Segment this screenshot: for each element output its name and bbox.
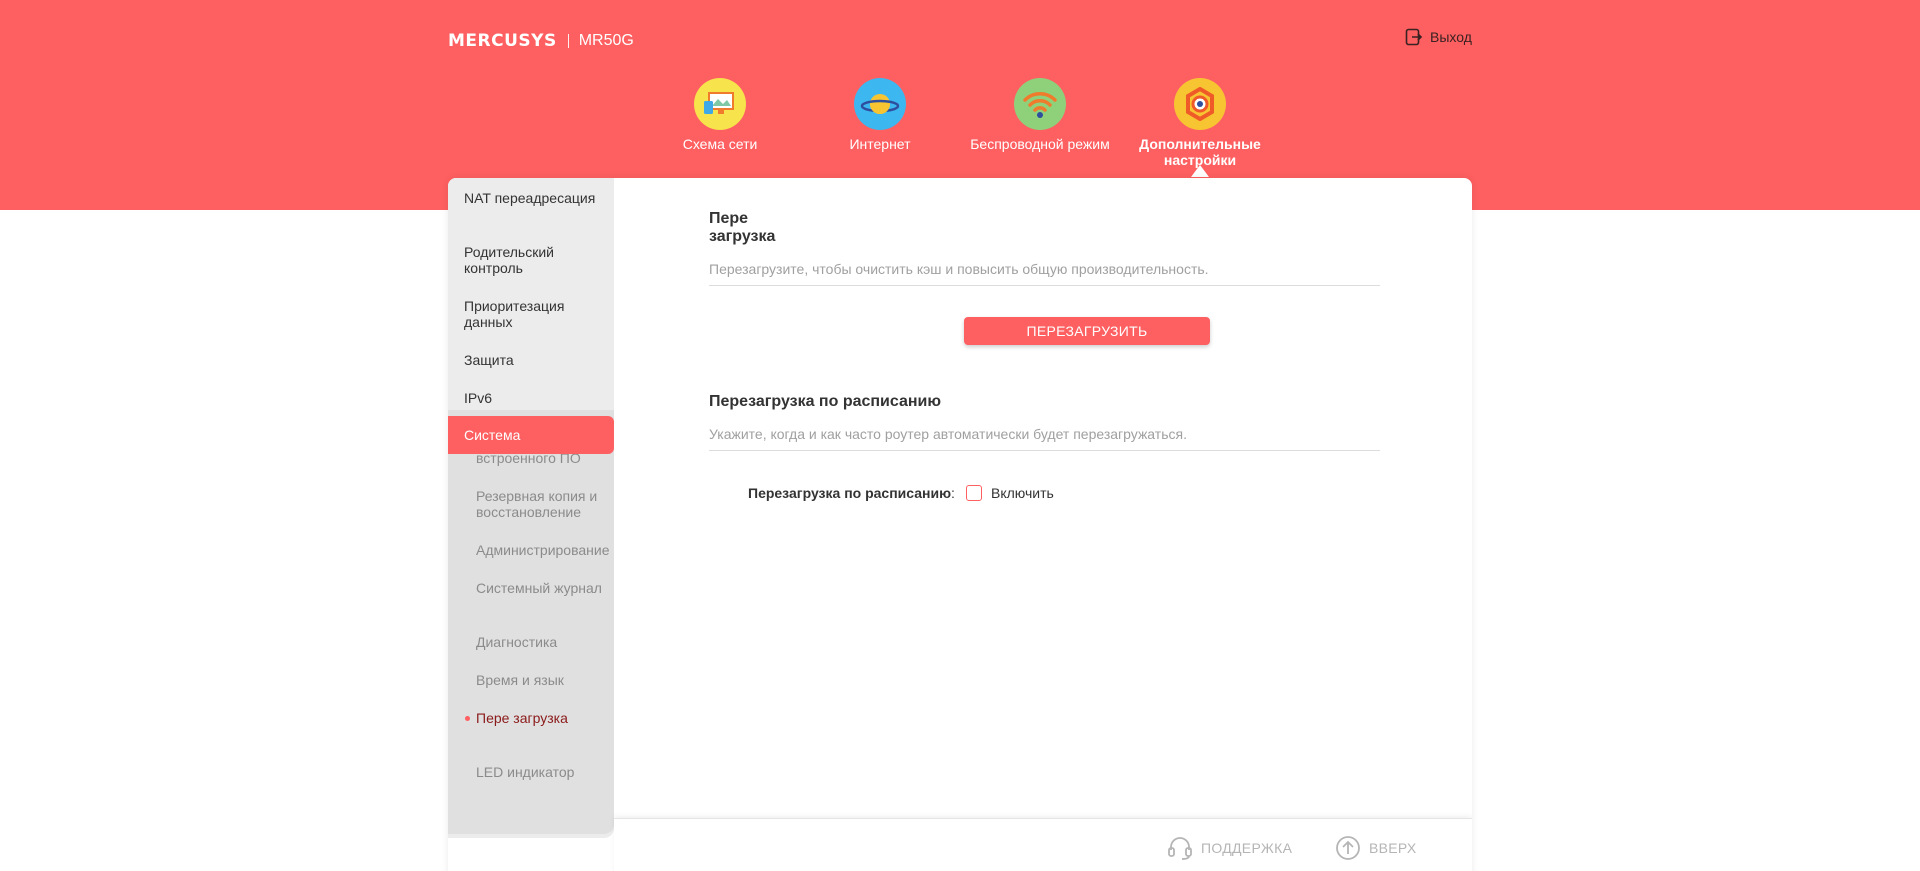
schedule-enable-label: Включить bbox=[991, 485, 1054, 501]
footer-bar: ПОДДЕРЖКА ВВЕРХ bbox=[614, 818, 1472, 871]
nav-network-map[interactable]: Схема сети bbox=[645, 78, 795, 152]
logout-label: Выход bbox=[1430, 29, 1472, 45]
logout-button[interactable]: Выход bbox=[1405, 28, 1472, 46]
nav-internet-label: Интернет bbox=[849, 136, 911, 152]
schedule-field-label-text: Перезагрузка по расписанию bbox=[748, 485, 952, 501]
top-label: ВВЕРХ bbox=[1369, 840, 1417, 856]
sidebar-submenu: Обновление встроенного ПО Резервная копи… bbox=[448, 410, 614, 834]
content-area: Пере загрузка Перезагрузите, чтобы очист… bbox=[614, 178, 1472, 818]
sidebar-subitem-administration[interactable]: Администрирование bbox=[448, 542, 614, 558]
model-name: MR50G bbox=[578, 32, 634, 49]
internet-planet-icon bbox=[854, 78, 906, 130]
sidebar-item-security[interactable]: Защита bbox=[448, 352, 614, 368]
back-to-top-link[interactable]: ВВЕРХ bbox=[1335, 835, 1417, 861]
main-panel: NAT переадресация Родительский контроль … bbox=[448, 178, 1472, 871]
nav-advanced[interactable]: Дополнительные настройки bbox=[1125, 78, 1275, 168]
headset-icon bbox=[1168, 837, 1192, 860]
checkbox-box[interactable] bbox=[966, 485, 982, 501]
logout-icon bbox=[1405, 28, 1423, 46]
reboot-section-title: Пере загрузка bbox=[709, 210, 776, 245]
sidebar-item-qos[interactable]: Приоритезация данных bbox=[448, 298, 614, 330]
brand-name: MERCUSYS bbox=[448, 31, 557, 51]
schedule-section-title: Перезагрузка по расписанию bbox=[709, 393, 942, 410]
nav-wireless-label: Беспроводной режим bbox=[970, 136, 1110, 152]
sidebar-item-parental-control[interactable]: Родительский контроль bbox=[448, 244, 614, 276]
sidebar-item-system[interactable]: Система bbox=[448, 416, 614, 454]
sidebar-subitem-diagnostics[interactable]: Диагностика bbox=[448, 634, 614, 650]
support-label: ПОДДЕРЖКА bbox=[1201, 840, 1293, 856]
sidebar: NAT переадресация Родительский контроль … bbox=[448, 178, 614, 838]
sidebar-subitem-led[interactable]: LED индикатор bbox=[448, 764, 614, 780]
nav-wireless[interactable]: Беспроводной режим bbox=[965, 78, 1115, 152]
nav-network-map-label: Схема сети bbox=[682, 136, 758, 152]
sidebar-subitem-system-log[interactable]: Системный журнал bbox=[448, 580, 614, 596]
reboot-section-description: Перезагрузите, чтобы очистить кэш и повы… bbox=[709, 261, 1380, 286]
reboot-button[interactable]: ПЕРЕЗАГРУЗИТЬ bbox=[964, 317, 1210, 345]
sidebar-item-ipv6[interactable]: IPv6 bbox=[448, 390, 614, 406]
nav-internet[interactable]: Интернет bbox=[805, 78, 955, 152]
schedule-field-label: Перезагрузка по расписанию: bbox=[748, 485, 955, 501]
logo-separator bbox=[567, 34, 569, 48]
network-map-icon bbox=[694, 78, 746, 130]
brand-logo: MERCUSYS MR50G bbox=[448, 31, 634, 51]
schedule-section-description: Укажите, когда и как часто роутер автома… bbox=[709, 426, 1380, 451]
schedule-enable-checkbox[interactable]: Включить bbox=[966, 485, 1054, 501]
sidebar-subitem-time-language[interactable]: Время и язык bbox=[448, 672, 614, 688]
advanced-gear-icon bbox=[1174, 78, 1226, 130]
sidebar-item-nat[interactable]: NAT переадресация bbox=[448, 190, 614, 206]
nav-active-caret bbox=[1191, 165, 1209, 177]
arrow-up-circle-icon bbox=[1336, 836, 1360, 860]
nav-advanced-label: Дополнительные настройки bbox=[1139, 136, 1261, 168]
wifi-icon bbox=[1014, 78, 1066, 130]
sidebar-subitem-reboot[interactable]: Пере загрузка bbox=[448, 710, 614, 726]
field-colon: : bbox=[951, 485, 955, 501]
support-link[interactable]: ПОДДЕРЖКА bbox=[1167, 835, 1292, 861]
sidebar-subitem-backup-restore[interactable]: Резервная копия и восстановление bbox=[448, 488, 614, 520]
